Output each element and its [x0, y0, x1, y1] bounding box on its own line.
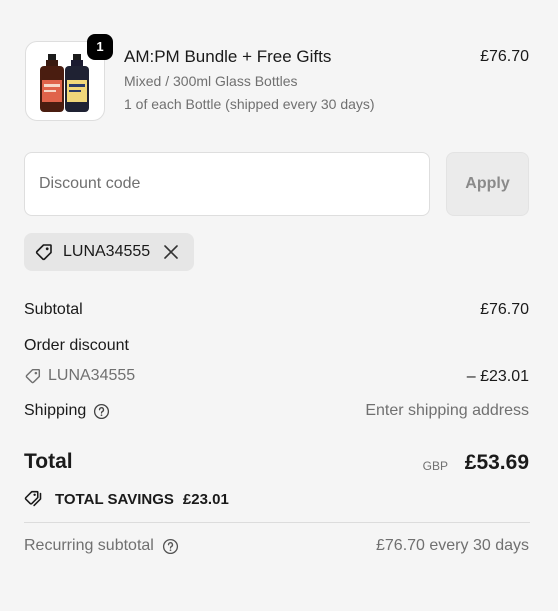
total-savings-row: TOTAL SAVINGS £23.01 — [24, 489, 229, 509]
total-label: Total — [24, 450, 73, 473]
question-circle-icon[interactable] — [93, 403, 110, 420]
product-subscription: 1 of each Bottle (shipped every 30 days) — [124, 96, 375, 112]
subtotal-label: Subtotal — [24, 301, 83, 318]
total-value: £53.69 — [464, 451, 529, 474]
recurring-subtotal-label: Recurring subtotal — [24, 537, 154, 554]
discount-code-input[interactable] — [24, 152, 430, 216]
applied-discount-chip: LUNA34555 — [24, 233, 194, 271]
shipping-label: Shipping — [24, 402, 87, 419]
order-discount-value: – £23.01 — [466, 368, 529, 385]
divider — [24, 522, 530, 523]
apply-button[interactable]: Apply — [446, 152, 529, 216]
product-price: £76.70 — [480, 48, 529, 65]
recurring-subtotal-value: £76.70 every 30 days — [376, 537, 529, 554]
total-savings-label: TOTAL SAVINGS — [55, 490, 174, 508]
order-discount-label: Order discount — [24, 337, 129, 354]
order-discount-code-row: LUNA34555 — [24, 367, 135, 385]
recurring-subtotal-row-label: Recurring subtotal — [24, 537, 179, 555]
applied-discount-code: LUNA34555 — [63, 243, 151, 260]
quantity-badge: 1 — [87, 34, 113, 60]
total-savings-value: £23.01 — [182, 490, 229, 508]
question-circle-icon[interactable] — [162, 538, 179, 555]
shipping-row-label: Shipping — [24, 402, 110, 420]
subtotal-value: £76.70 — [480, 301, 529, 318]
order-summary: 1 AM:PM Bundle + Free Gifts Mixed / 300m… — [0, 0, 558, 611]
close-icon[interactable] — [162, 243, 180, 261]
currency-code: GBP — [422, 459, 448, 473]
tag-icon — [35, 244, 52, 261]
tag-icon — [25, 368, 41, 384]
order-discount-code: LUNA34555 — [48, 367, 136, 384]
shipping-value: Enter shipping address — [365, 402, 529, 419]
product-variant: Mixed / 300ml Glass Bottles — [124, 73, 298, 89]
tags-icon — [24, 490, 42, 507]
product-name: AM:PM Bundle + Free Gifts — [124, 47, 332, 66]
